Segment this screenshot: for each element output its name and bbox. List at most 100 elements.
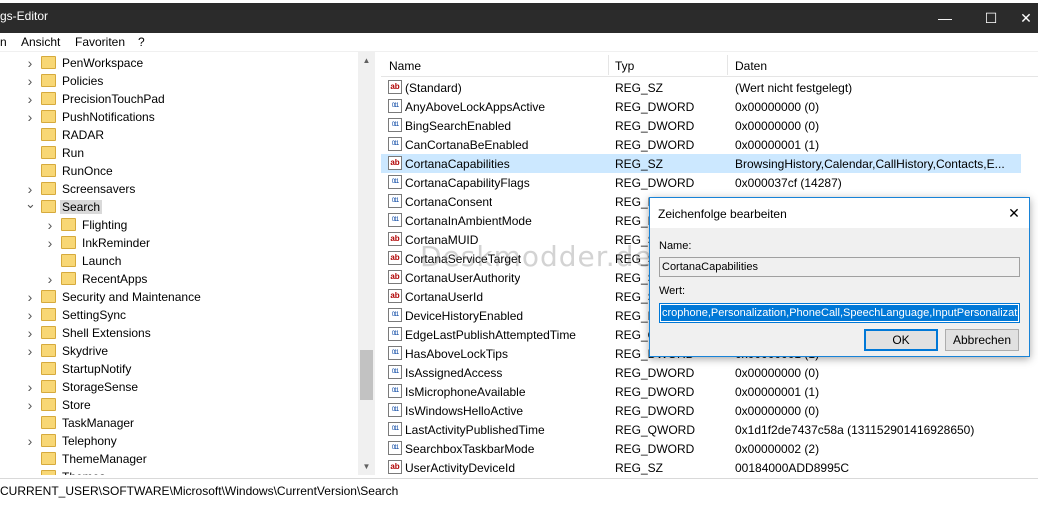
cancel-button[interactable]: Abbrechen [945, 329, 1019, 351]
tree-item[interactable]: TaskManager [0, 414, 358, 432]
tree-item[interactable]: › SettingSync [0, 306, 358, 324]
tree-item[interactable]: StartupNotify [0, 360, 358, 378]
chevron-down-icon[interactable]: ⌄ [25, 197, 36, 214]
binary-value-icon: 011 [388, 308, 402, 322]
menu-help[interactable]: ? [138, 35, 145, 49]
chevron-right-icon[interactable]: › [45, 218, 55, 232]
table-row[interactable]: 011 AnyAboveLockAppsActive REG_DWORD 0x0000… [381, 97, 1021, 116]
tree-item[interactable]: › InkReminder [0, 234, 358, 252]
binary-value-icon: 011 [388, 441, 402, 455]
folder-icon [41, 398, 56, 411]
chevron-right-icon[interactable]: › [25, 182, 35, 196]
cell-type: REG_SZ [615, 157, 664, 171]
chevron-right-icon[interactable]: › [25, 290, 35, 304]
status-path: CURRENT_USER\SOFTWARE\Microsoft\Windows\… [0, 484, 399, 498]
chevron-right-icon[interactable]: › [45, 272, 55, 286]
folder-icon [41, 362, 56, 375]
cell-type: REG_DWORD [615, 404, 695, 418]
tree-item[interactable]: › PushNotifications [0, 108, 358, 126]
cell-name: AnyAboveLockAppsActive [405, 100, 546, 114]
column-separator[interactable] [727, 55, 728, 75]
tree-item[interactable]: › PrecisionTouchPad [0, 90, 358, 108]
cell-name: DeviceHistoryEnabled [405, 309, 524, 323]
folder-icon [41, 416, 56, 429]
chevron-right-icon[interactable]: › [25, 434, 35, 448]
tree-item[interactable]: › Store [0, 396, 358, 414]
tree-item[interactable]: ThemeManager [0, 450, 358, 468]
table-row[interactable]: 011 IsWindowsHelloActive REG_DWORD 0x000000… [381, 401, 1021, 420]
tree-item[interactable]: › Flighting [0, 216, 358, 234]
table-row[interactable]: 011 CanCortanaBeEnabled REG_DWORD 0x0000000… [381, 135, 1021, 154]
minimize-button[interactable]: — [922, 3, 968, 33]
tree-item[interactable]: › Screensavers [0, 180, 358, 198]
close-button[interactable]: ✕ [1014, 3, 1038, 33]
table-row[interactable]: ab UserActivityDeviceId REG_SZ 00184000ADD8… [381, 458, 1021, 475]
tree-item-label: InkReminder [82, 236, 151, 250]
maximize-button[interactable]: ☐ [968, 3, 1014, 33]
chevron-right-icon[interactable]: › [25, 380, 35, 394]
column-header-type[interactable]: Typ [615, 59, 634, 73]
tree-item-label: StartupNotify [62, 362, 132, 376]
tree-item[interactable]: Launch [0, 252, 358, 270]
watermark: Deskmodder.de [420, 240, 653, 273]
tree-scrollbar[interactable]: ▲ ▼ [358, 52, 375, 475]
tree-item[interactable]: › Themes [0, 468, 358, 475]
cell-data: 00184000ADD8995C [735, 461, 850, 475]
scroll-up-icon[interactable]: ▲ [358, 52, 375, 69]
tree-item-label: Store [62, 398, 91, 412]
tree-item-label: Screensavers [62, 182, 136, 196]
scrollbar-thumb[interactable] [360, 350, 373, 400]
table-row[interactable]: ab CortanaCapabilities REG_SZ BrowsingHisto… [381, 154, 1021, 173]
tree-item[interactable]: RunOnce [0, 162, 358, 180]
tree-item[interactable]: RADAR [0, 126, 358, 144]
minimize-icon: — [938, 10, 952, 26]
tree-item[interactable]: › Telephony [0, 432, 358, 450]
value-field[interactable]: crophone,Personalization,PhoneCall,Speec… [659, 303, 1020, 323]
chevron-right-icon[interactable]: › [25, 92, 35, 106]
tree-item-label: Search [60, 200, 103, 214]
table-row[interactable]: 011 IsMicrophoneAvailable REG_DWORD 0x00000… [381, 382, 1021, 401]
menu-file[interactable]: n [0, 35, 7, 49]
ok-button[interactable]: OK [864, 329, 938, 351]
menu-favorites[interactable]: Favoriten [75, 35, 125, 49]
chevron-right-icon[interactable]: › [25, 110, 35, 124]
tree-item[interactable]: › StorageSense [0, 378, 358, 396]
folder-icon [41, 380, 56, 393]
folder-icon [41, 74, 56, 87]
tree-item[interactable]: › RecentApps [0, 270, 358, 288]
table-row[interactable]: 011 LastActivityPublishedTime REG_QWORD 0x1… [381, 420, 1021, 439]
tree-item[interactable]: › Shell Extensions [0, 324, 358, 342]
chevron-right-icon[interactable]: › [25, 308, 35, 322]
registry-tree[interactable]: › PenWorkspace › Policies › PrecisionTouchPad… [0, 52, 375, 475]
table-row[interactable]: 011 BingSearchEnabled REG_DWORD 0x00000000 … [381, 116, 1021, 135]
tree-item[interactable]: › Policies [0, 72, 358, 90]
scroll-down-icon[interactable]: ▼ [358, 458, 375, 475]
chevron-right-icon[interactable]: › [25, 344, 35, 358]
tree-item[interactable]: ⌄ Search [0, 197, 358, 216]
chevron-right-icon[interactable]: › [45, 236, 55, 250]
tree-item[interactable]: › Skydrive [0, 342, 358, 360]
chevron-right-icon[interactable]: › [25, 74, 35, 88]
cell-name: IsWindowsHelloActive [405, 404, 524, 418]
chevron-right-icon[interactable]: › [25, 56, 35, 70]
tree-item-label: RunOnce [62, 164, 113, 178]
column-header-name[interactable]: Name [389, 59, 421, 73]
tree-item[interactable]: Run [0, 144, 358, 162]
table-row[interactable]: ab (Standard) REG_SZ (Wert nicht festgelegt… [381, 78, 1021, 97]
table-row[interactable]: 011 IsAssignedAccess REG_DWORD 0x00000000 (… [381, 363, 1021, 382]
chevron-right-icon[interactable]: › [25, 398, 35, 412]
tree-item[interactable]: › Security and Maintenance [0, 288, 358, 306]
column-header-data[interactable]: Daten [735, 59, 767, 73]
tree-item[interactable]: › PenWorkspace [0, 54, 358, 72]
cell-data: 0x00000000 (0) [735, 366, 820, 380]
column-separator[interactable] [608, 55, 609, 75]
dialog-close-button[interactable]: ✕ [1005, 204, 1023, 222]
table-row[interactable]: 011 SearchboxTaskbarMode REG_DWORD 0x000000… [381, 439, 1021, 458]
chevron-right-icon[interactable]: › [25, 470, 35, 475]
chevron-right-icon[interactable]: › [25, 326, 35, 340]
tree-item-label: RecentApps [82, 272, 148, 286]
menu-view[interactable]: Ansicht [21, 35, 60, 49]
table-row[interactable]: 011 CortanaCapabilityFlags REG_DWORD 0x0000… [381, 173, 1021, 192]
dialog-title: Zeichenfolge bearbeiten [658, 207, 787, 221]
list-header: Name Typ Daten [381, 52, 1038, 77]
